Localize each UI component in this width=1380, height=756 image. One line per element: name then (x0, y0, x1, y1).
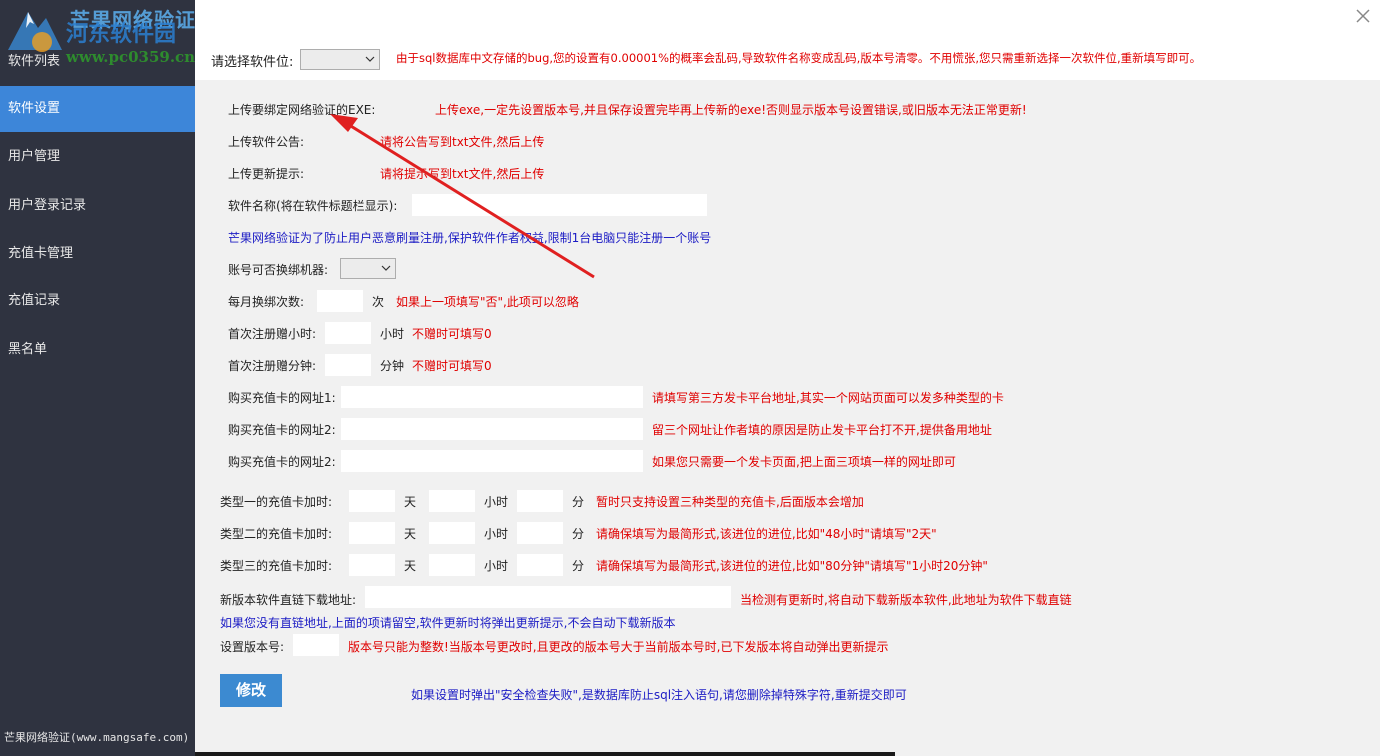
unit-hour: 小时 (484, 559, 509, 573)
first-hours-input[interactable] (324, 321, 372, 345)
sidebar: 软件列表 软件设置 用户管理 用户登录记录 充值卡管理 充值记录 黑名单 芒果网… (0, 0, 195, 756)
card-type1-days-input[interactable] (348, 489, 396, 513)
watermark-line2: 河东软件园 (66, 22, 177, 47)
unit-minute: 分 (572, 495, 585, 509)
watermark-line3: www.pc0359.cn (66, 48, 196, 66)
rebind-label: 账号可否换绑机器: (228, 263, 329, 277)
sidebar-item-software-settings[interactable]: 软件设置 (0, 86, 195, 132)
monthly-rebind-label: 每月换绑次数: (228, 295, 305, 309)
card-type3-days-input[interactable] (348, 553, 396, 577)
first-hours-label: 首次注册赠小时: (228, 327, 317, 341)
upload-notice-label[interactable]: 上传软件公告: (228, 133, 304, 150)
version-hint: 版本号只能为整数!当版本号更改时,且更改的版本号大于当前版本号时,已下发版本将自… (348, 640, 889, 654)
anti-abuse-note: 芒果网络验证为了防止用户恶意刷量注册,保护软件作者权益,限制1台电脑只能注册一个… (228, 231, 712, 245)
unit-hour: 小时 (484, 527, 509, 541)
download-url-hint: 当检测有更新时,将自动下载新版本软件,此地址为软件下载直链 (740, 593, 1072, 607)
submit-button[interactable]: 修改 (220, 674, 282, 707)
card-url2-input[interactable] (340, 417, 644, 441)
card-type1-hours-input[interactable] (428, 489, 476, 513)
card-url1-label: 购买充值卡的网址1: (228, 391, 336, 405)
upload-exe-hint: 上传exe,一定先设置版本号,并且保存设置完毕再上传新的exe!否则显示版本号设… (435, 103, 1027, 117)
unit-minute: 分 (572, 527, 585, 541)
chevron-down-icon (365, 56, 375, 62)
card-type1-hint: 暂时只支持设置三种类型的充值卡,后面版本会增加 (596, 495, 864, 509)
close-icon[interactable] (1352, 5, 1374, 27)
sidebar-item-recharge-records[interactable]: 充值记录 (0, 278, 195, 324)
version-input[interactable] (292, 633, 340, 657)
software-select[interactable] (300, 49, 380, 70)
card-url3-input[interactable] (340, 449, 644, 473)
rebind-select[interactable] (340, 258, 396, 279)
card-type1-minutes-input[interactable] (516, 489, 564, 513)
sidebar-item-blacklist[interactable]: 黑名单 (0, 327, 195, 373)
first-minutes-input[interactable] (324, 353, 372, 377)
sql-bug-notice: 由于sql数据库中文存储的bug,您的设置有0.00001%的概率会乱码,导致软… (396, 51, 1202, 65)
watermark-logo: 芒果网络验证 河东软件园 www.pc0359.cn (4, 2, 204, 68)
card-url3-label: 购买充值卡的网址2: (228, 455, 336, 469)
sidebar-item-login-records[interactable]: 用户登录记录 (0, 183, 195, 229)
upload-notice-hint: 请将公告写到txt文件,然后上传 (380, 135, 545, 149)
monthly-rebind-unit: 次 (372, 295, 385, 309)
first-hours-unit: 小时 (380, 327, 405, 341)
unit-day: 天 (404, 495, 417, 509)
sidebar-item-card-management[interactable]: 充值卡管理 (0, 231, 195, 277)
card-url3-hint: 如果您只需要一个发卡页面,把上面三项填一样的网址即可 (652, 455, 956, 469)
card-type3-label: 类型三的充值卡加时: (220, 559, 333, 573)
monthly-rebind-input[interactable] (316, 289, 364, 313)
first-hours-hint: 不赠时可填写0 (412, 327, 492, 341)
card-type3-minutes-input[interactable] (516, 553, 564, 577)
card-type3-hours-input[interactable] (428, 553, 476, 577)
monthly-rebind-hint: 如果上一项填写"否",此项可以忽略 (396, 295, 579, 309)
first-minutes-hint: 不赠时可填写0 (412, 359, 492, 373)
download-url-input[interactable] (364, 585, 732, 609)
card-type2-hours-input[interactable] (428, 521, 476, 545)
card-type3-hint: 请确保填写为最简形式,该进位的进位,比如"80分钟"请填写"1小时20分钟" (596, 559, 988, 573)
upload-update-label[interactable]: 上传更新提示: (228, 165, 304, 182)
bottom-edge (195, 752, 895, 756)
card-type2-hint: 请确保填写为最简形式,该进位的进位,比如"48小时"请填写"2天" (596, 527, 937, 541)
card-type2-minutes-input[interactable] (516, 521, 564, 545)
card-url1-hint: 请填写第三方发卡平台地址,其实一个网站页面可以发多种类型的卡 (652, 391, 1004, 405)
unit-minute: 分 (572, 559, 585, 573)
card-type2-days-input[interactable] (348, 521, 396, 545)
card-url2-label: 购买充值卡的网址2: (228, 423, 336, 437)
first-minutes-label: 首次注册赠分钟: (228, 359, 317, 373)
card-url1-input[interactable] (340, 385, 644, 409)
download-url-label: 新版本软件直链下载地址: (220, 593, 357, 607)
card-type1-label: 类型一的充值卡加时: (220, 495, 333, 509)
mountain-logo-icon (8, 12, 62, 52)
software-select-label: 请选择软件位: (211, 55, 294, 70)
sidebar-footer: 芒果网络验证(www.mangsafe.com) (4, 731, 190, 744)
security-note: 如果设置时弹出"安全检查失败",是数据库防止sql注入语句,请您删除掉特殊字符,… (411, 688, 907, 702)
unit-day: 天 (404, 559, 417, 573)
unit-day: 天 (404, 527, 417, 541)
card-url2-hint: 留三个网址让作者填的原因是防止发卡平台打不开,提供备用地址 (652, 423, 992, 437)
sidebar-item-user-management[interactable]: 用户管理 (0, 134, 195, 180)
first-minutes-unit: 分钟 (380, 359, 405, 373)
chevron-down-icon (381, 265, 391, 271)
upload-exe-label[interactable]: 上传要绑定网络验证的EXE: (228, 101, 375, 118)
version-label: 设置版本号: (220, 640, 285, 654)
software-name-label: 软件名称(将在软件标题栏显示): (228, 199, 398, 213)
unit-hour: 小时 (484, 495, 509, 509)
card-type2-label: 类型二的充值卡加时: (220, 527, 333, 541)
upload-update-hint: 请将提示写到txt文件,然后上传 (380, 167, 545, 181)
software-name-input[interactable] (411, 193, 708, 217)
download-url-note: 如果您没有直链地址,上面的项请留空,软件更新时将弹出更新提示,不会自动下载新版本 (220, 616, 676, 630)
